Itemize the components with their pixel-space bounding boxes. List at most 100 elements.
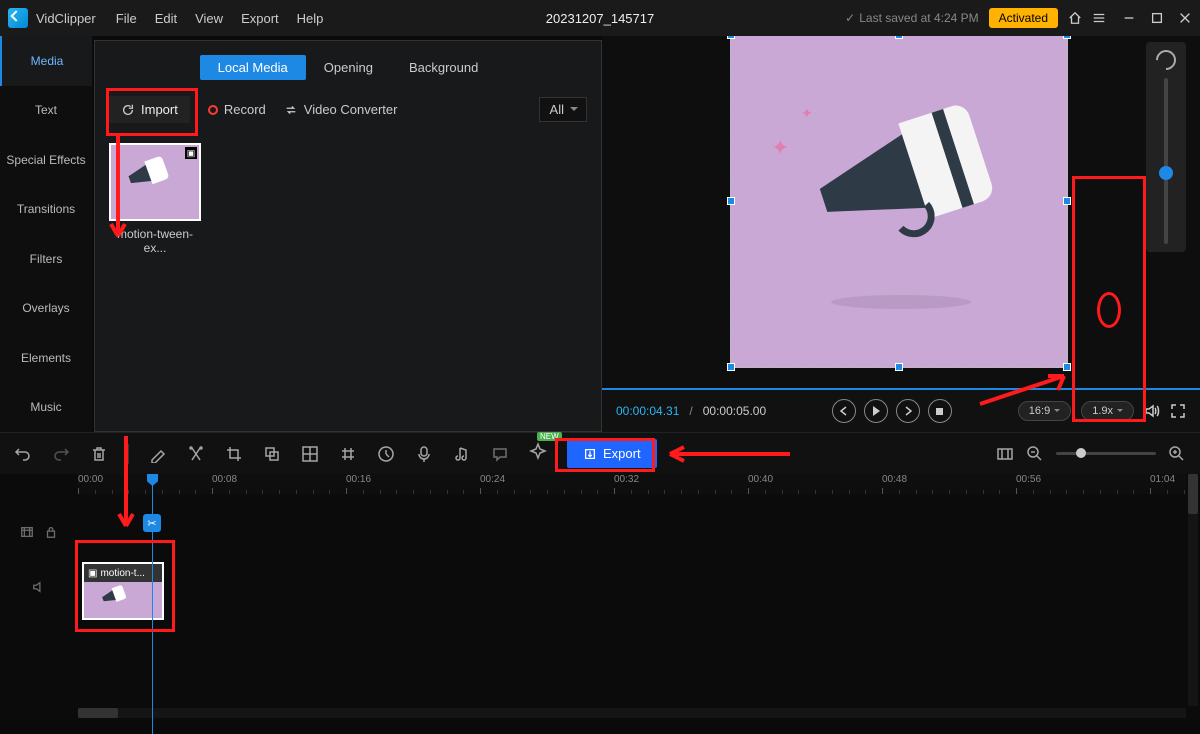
resize-handle[interactable] <box>1063 197 1071 205</box>
redo-icon[interactable] <box>52 445 70 463</box>
menu-help[interactable]: Help <box>297 11 324 26</box>
tab-text[interactable]: Text <box>0 86 92 136</box>
preview-content <box>811 132 931 239</box>
playhead[interactable]: ✂ <box>152 474 153 734</box>
text-to-speech-icon[interactable] <box>491 445 509 463</box>
audio-detach-icon[interactable] <box>453 445 471 463</box>
app-logo-icon <box>8 8 28 28</box>
chevron-down-icon <box>1117 409 1123 415</box>
aspect-ratio-select[interactable]: 16:9 <box>1018 401 1071 421</box>
media-tab-opening[interactable]: Opening <box>306 55 391 80</box>
edit-icon[interactable] <box>149 445 167 463</box>
ruler-tick: 00:32 <box>614 474 639 485</box>
resize-handle[interactable] <box>1063 36 1071 39</box>
play-button[interactable] <box>864 399 888 423</box>
activation-badge[interactable]: Activated <box>989 8 1058 28</box>
close-icon[interactable] <box>1178 11 1192 25</box>
video-converter-button[interactable]: Video Converter <box>284 102 398 117</box>
prev-frame-button[interactable] <box>832 399 856 423</box>
split-icon[interactable] <box>187 445 205 463</box>
video-track-icon[interactable] <box>20 525 34 539</box>
ruler-tick: 00:08 <box>212 474 237 485</box>
ruler-tick: 00:16 <box>346 474 371 485</box>
export-button[interactable]: Export <box>567 439 657 468</box>
tab-elements[interactable]: Elements <box>0 333 92 383</box>
next-frame-button[interactable] <box>896 399 920 423</box>
resize-handle[interactable] <box>895 36 903 39</box>
crop-icon[interactable] <box>225 445 243 463</box>
zoom-slider-track[interactable] <box>1164 78 1168 244</box>
slider-thumb[interactable] <box>1076 448 1086 458</box>
minimize-icon[interactable] <box>1122 11 1136 25</box>
preview-progress[interactable] <box>602 388 1200 390</box>
volume-icon[interactable] <box>1144 403 1160 419</box>
timeline-horizontal-scrollbar[interactable] <box>78 708 1186 718</box>
menu-edit[interactable]: Edit <box>155 11 177 26</box>
scrollbar-thumb[interactable] <box>1188 474 1198 514</box>
delete-icon[interactable] <box>90 445 108 463</box>
zoom-in-icon[interactable] <box>1168 445 1186 463</box>
tab-media[interactable]: Media <box>0 36 92 86</box>
zoom-level-select[interactable]: 1.9x <box>1081 401 1134 421</box>
undo-icon[interactable] <box>14 445 32 463</box>
scrollbar-thumb[interactable] <box>78 708 118 718</box>
speed-icon[interactable] <box>377 445 395 463</box>
tab-special-effects[interactable]: Special Effects <box>0 135 92 185</box>
track-header <box>0 525 78 539</box>
stop-icon <box>936 408 943 415</box>
tab-transitions[interactable]: Transitions <box>0 185 92 235</box>
zoom-reset-icon[interactable] <box>1152 46 1180 74</box>
tab-music[interactable]: Music <box>0 383 92 433</box>
hamburger-icon[interactable] <box>1092 11 1106 25</box>
copy-icon[interactable] <box>263 445 281 463</box>
resize-handle[interactable] <box>727 36 735 39</box>
resize-handle[interactable] <box>895 363 903 371</box>
mosaic-icon[interactable] <box>301 445 319 463</box>
voiceover-icon[interactable] <box>415 445 433 463</box>
ruler-tick: 00:40 <box>748 474 773 485</box>
sparkle-icon: ✦ <box>801 105 813 122</box>
ruler-tick: 00:00 <box>78 474 103 485</box>
resize-handle[interactable] <box>1063 363 1071 371</box>
fullscreen-icon[interactable] <box>1170 403 1186 419</box>
record-button[interactable]: Record <box>208 102 266 117</box>
timeline-ruler[interactable]: 00:0000:0800:1600:2400:3200:4000:4800:56… <box>78 474 1186 494</box>
media-tab-background[interactable]: Background <box>391 55 496 80</box>
resize-handle[interactable] <box>727 363 735 371</box>
time-duration: 00:00:05.00 <box>703 404 766 418</box>
preview-canvas[interactable]: ✦ ✦ <box>602 36 1200 390</box>
freeze-icon[interactable] <box>339 445 357 463</box>
zoom-out-icon[interactable] <box>1026 445 1044 463</box>
menu-file[interactable]: File <box>116 11 137 26</box>
ai-tool-icon[interactable] <box>529 442 547 465</box>
resize-handle[interactable] <box>727 197 735 205</box>
split-at-playhead-icon[interactable]: ✂ <box>143 514 161 532</box>
tab-overlays[interactable]: Overlays <box>0 284 92 334</box>
maximize-icon[interactable] <box>1150 11 1164 25</box>
mute-icon[interactable] <box>32 580 46 594</box>
media-tab-local[interactable]: Local Media <box>200 55 306 80</box>
clip-label: ▣motion-t... <box>84 564 162 582</box>
ruler-tick: 00:56 <box>1016 474 1041 485</box>
tab-filters[interactable]: Filters <box>0 234 92 284</box>
menu-view[interactable]: View <box>195 11 223 26</box>
preview-panel: ✦ ✦ 00:00:04.31 / 00:00:05.00 <box>602 36 1200 432</box>
tracks: ▣motion-t... <box>0 504 1200 614</box>
zoom-slider-thumb[interactable] <box>1159 166 1173 180</box>
menu-export[interactable]: Export <box>241 11 279 26</box>
fit-icon[interactable] <box>996 445 1014 463</box>
chevron-down-icon <box>1054 409 1060 415</box>
timeline-vertical-scrollbar[interactable] <box>1188 474 1198 706</box>
timeline-zoom-slider[interactable] <box>1056 452 1156 455</box>
media-filter-select[interactable]: All <box>539 97 587 122</box>
media-panel: Local Media Opening Background Import Re… <box>94 40 602 432</box>
document-title: 20231207_145717 <box>546 11 654 26</box>
ruler-tick: 01:04 <box>1150 474 1175 485</box>
selection-rect[interactable]: ✦ ✦ <box>730 36 1068 368</box>
home-icon[interactable] <box>1068 11 1082 25</box>
stop-button[interactable] <box>928 399 952 423</box>
import-button[interactable]: Import <box>109 96 190 123</box>
zoom-panel <box>1146 42 1186 252</box>
media-item[interactable]: ▣ motion-tween-ex... <box>109 143 201 255</box>
lock-icon[interactable] <box>44 525 58 539</box>
